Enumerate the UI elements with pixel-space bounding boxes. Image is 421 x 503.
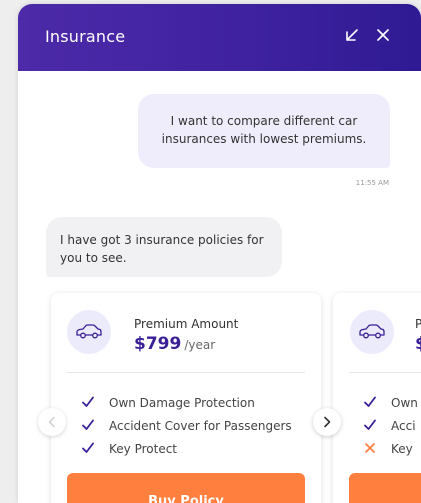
minimize-icon[interactable] <box>344 27 362 45</box>
feature-item: Accident Cover for Passengers <box>81 416 292 439</box>
feature-list: Own Damage Protection Accident Cover for… <box>81 393 292 462</box>
carousel-prev-button[interactable] <box>38 408 66 436</box>
feature-list: Own Acci Key <box>363 393 418 462</box>
chat-title: Insurance <box>45 27 126 46</box>
chevron-right-icon <box>324 416 331 428</box>
price-amount: $799 <box>134 334 182 354</box>
check-icon <box>363 395 377 409</box>
user-message-text: I want to compare different car insuranc… <box>161 114 367 146</box>
premium-label: Premium Amount <box>134 317 239 331</box>
price-amount: $ <box>415 334 421 354</box>
premium-label: P <box>415 317 421 331</box>
check-icon <box>81 418 95 432</box>
feature-item: Key <box>363 439 418 462</box>
chevron-left-icon <box>48 416 55 428</box>
feature-label: Accident Cover for Passengers <box>109 419 292 433</box>
user-message-bubble: I want to compare different car insuranc… <box>138 94 390 168</box>
premium-price: $799/year <box>134 334 215 354</box>
policy-card[interactable]: Premium Amount $799/year Own Damage Prot… <box>51 293 321 503</box>
feature-item: Own Damage Protection <box>81 393 292 416</box>
policy-card[interactable]: P $ Own Acci Key <box>333 293 421 503</box>
cross-icon <box>363 441 377 455</box>
card-divider <box>67 372 305 373</box>
insurance-chat-widget: Insurance I want to compare different ca… <box>18 4 421 503</box>
feature-item: Acci <box>363 416 418 439</box>
feature-label: Key Protect <box>109 442 177 456</box>
close-icon[interactable] <box>375 27 393 45</box>
feature-label: Own <box>391 396 418 410</box>
car-icon <box>350 310 394 354</box>
price-period: /year <box>184 338 216 352</box>
message-timestamp: 11:55 AM <box>355 179 389 187</box>
buy-policy-button[interactable] <box>349 473 421 503</box>
bot-message-text: I have got 3 insurance policies for you … <box>60 233 264 265</box>
check-icon <box>363 418 377 432</box>
check-icon <box>81 395 95 409</box>
feature-label: Own Damage Protection <box>109 396 255 410</box>
feature-item: Own <box>363 393 418 416</box>
chat-header: Insurance <box>18 4 421 71</box>
premium-price: $ <box>415 334 421 354</box>
check-icon <box>81 441 95 455</box>
bot-message-bubble: I have got 3 insurance policies for you … <box>46 217 282 277</box>
feature-item: Key Protect <box>81 439 292 462</box>
feature-label: Acci <box>391 419 416 433</box>
card-divider <box>349 372 421 373</box>
feature-label: Key <box>391 442 413 456</box>
carousel-next-button[interactable] <box>313 408 341 436</box>
buy-policy-button[interactable]: Buy Policy <box>67 473 305 503</box>
car-icon <box>67 310 111 354</box>
